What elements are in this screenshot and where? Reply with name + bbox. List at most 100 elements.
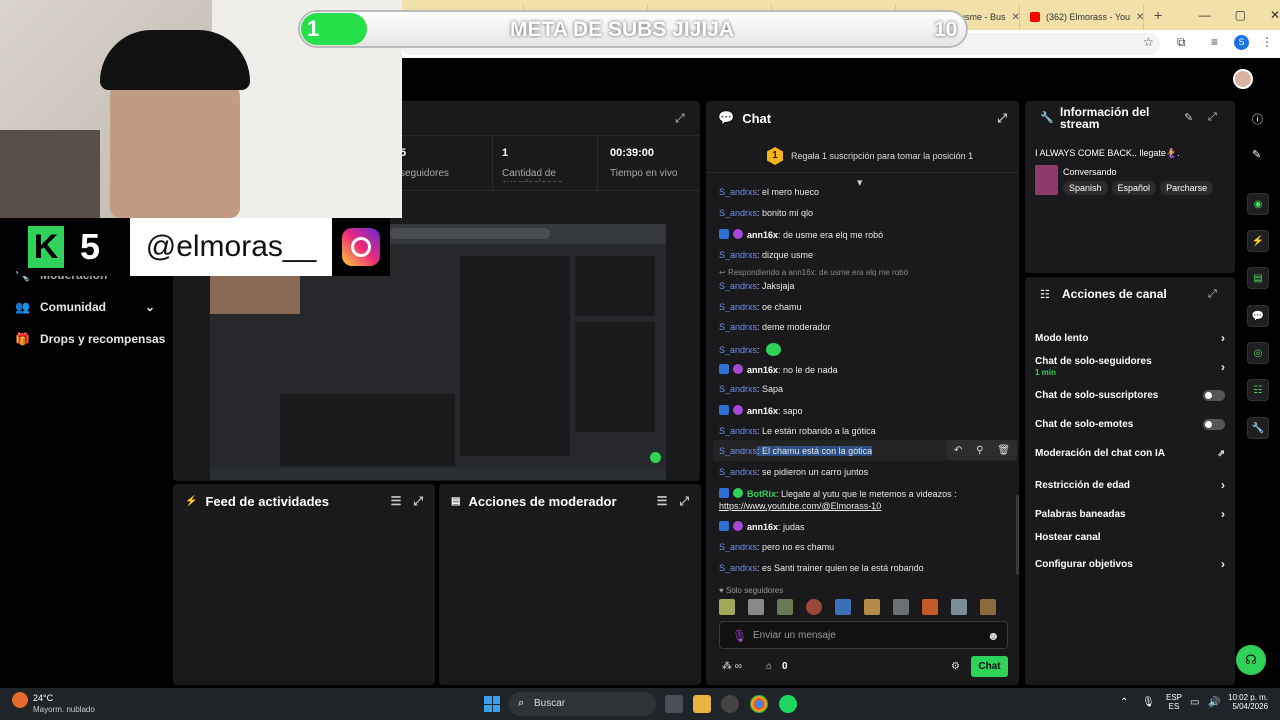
rail-camera-icon[interactable]: ◉	[1247, 193, 1269, 215]
browser-tab[interactable]: (362) Elmorass - You ✕	[1020, 4, 1144, 30]
filter-icon[interactable]: ☰	[657, 494, 668, 509]
chat-message[interactable]: S_andrxs: el mero hueco	[719, 187, 819, 197]
age-restriction-row[interactable]: Restricción de edad ›	[1035, 478, 1225, 492]
close-window-icon[interactable]: ✕	[1270, 8, 1280, 22]
taskbar-search[interactable]: ⌕ Buscar	[508, 692, 656, 716]
chat-message[interactable]: BotRix: Llegate al yutu que le metemos a…	[719, 488, 957, 499]
chat-message[interactable]: S_andrxs: bonito mi qlo	[719, 208, 813, 218]
maximize-icon[interactable]: ▢	[1235, 8, 1246, 22]
chat-input[interactable]: 🎙 Enviar un mensaje ☻	[719, 621, 1008, 649]
chat-username[interactable]: S_andrxs	[719, 467, 757, 477]
chat-message[interactable]: S_andrxs: Sapa	[719, 384, 783, 394]
info-icon[interactable]: ⓘ	[1252, 111, 1263, 127]
chat-message[interactable]: ann16x: de usme era elq me robó	[719, 229, 883, 240]
more-options-icon[interactable]: ⋮	[1261, 35, 1273, 49]
windows-start-icon[interactable]	[484, 696, 500, 712]
support-headset-icon[interactable]: ☊	[1236, 645, 1266, 675]
user-avatar[interactable]	[1233, 69, 1253, 89]
tag-chip[interactable]: Parcharse	[1160, 181, 1214, 195]
new-tab-icon[interactable]: +	[1154, 7, 1162, 23]
chat-message[interactable]: S_andrxs: es Santi trainer quien se la e…	[719, 563, 924, 573]
microphone-icon[interactable]: 🎙	[732, 629, 747, 643]
extensions-icon[interactable]: ⧉	[1177, 35, 1186, 50]
chevron-up-icon[interactable]: ⌃	[1120, 697, 1128, 708]
expand-icon[interactable]: ⤢	[679, 494, 689, 509]
language-indicator[interactable]: ESP ES	[1166, 693, 1182, 711]
followers-only-row[interactable]: Chat de solo-seguidores 1 min ›	[1035, 355, 1225, 379]
emote-icon[interactable]	[893, 599, 909, 615]
rail-document-icon[interactable]: ▤	[1247, 267, 1269, 289]
minimize-icon[interactable]: —	[1199, 8, 1211, 22]
expand-icon[interactable]: ⤢	[997, 111, 1007, 126]
category-name[interactable]: Conversando	[1063, 167, 1117, 177]
chat-username[interactable]: S_andrxs	[719, 563, 757, 573]
expand-icon[interactable]: ⤢	[413, 494, 423, 509]
chat-message[interactable]: S_andrxs: dizque usme	[719, 250, 813, 260]
pin-icon[interactable]: ⚲	[976, 445, 983, 456]
filter-icon[interactable]: ☰	[391, 494, 402, 509]
chat-message[interactable]: ann16x: judas	[719, 521, 805, 532]
menu-list-icon[interactable]: ≡	[1211, 35, 1218, 49]
configure-goals-row[interactable]: Configurar objetivos ›	[1035, 557, 1225, 571]
edit-pencil-icon[interactable]: ✎	[1184, 111, 1193, 124]
close-tab-icon[interactable]: ✕	[1012, 12, 1019, 23]
reply-icon[interactable]: ↶	[954, 445, 962, 456]
chat-message[interactable]: S_andrxs: se pidieron un carro juntos	[719, 467, 868, 477]
chat-username[interactable]: S_andrxs	[719, 281, 757, 291]
send-chat-button[interactable]: Chat	[971, 656, 1008, 677]
chrome-icon[interactable]	[750, 695, 768, 713]
chat-username[interactable]: S_andrxs	[719, 384, 757, 394]
tag-chip[interactable]: Español	[1111, 181, 1157, 195]
emote-icon[interactable]	[748, 599, 764, 615]
emote-icon[interactable]	[951, 599, 967, 615]
chat-username[interactable]: S_andrxs	[719, 322, 757, 332]
chat-message[interactable]: ann16x: no le de nada	[719, 364, 838, 375]
expand-icon[interactable]: ⤢	[1208, 111, 1217, 124]
file-explorer-icon[interactable]	[693, 695, 711, 713]
rail-sliders-icon[interactable]: ☷	[1247, 379, 1269, 401]
rail-broadcast-icon[interactable]: ◎	[1247, 342, 1269, 364]
sidebar-item-drops[interactable]: 🎁 Drops y recompensas	[15, 332, 165, 346]
chat-message[interactable]: S_andrxs: oe chamu	[719, 302, 802, 312]
emoji-icon[interactable]: ☻	[987, 629, 1000, 643]
settings-gear-icon[interactable]: ⚙	[951, 661, 960, 672]
chat-username[interactable]: S_andrxs	[719, 187, 757, 197]
host-channel-row[interactable]: Hostear canal	[1035, 532, 1225, 543]
chat-username[interactable]: ann16x	[747, 230, 778, 240]
pinned-collapse-icon[interactable]: ▾	[857, 176, 863, 189]
tag-chip[interactable]: Spanish	[1063, 181, 1108, 195]
chat-message[interactable]: ann16x: sapo	[719, 405, 803, 416]
delete-icon[interactable]: 🗑	[997, 445, 1010, 456]
emote-icon[interactable]	[980, 599, 996, 615]
ai-moderation-row[interactable]: Moderación del chat con IA ⇗	[1035, 448, 1225, 459]
emote-icon[interactable]	[922, 599, 938, 615]
emotes-only-toggle[interactable]	[1203, 419, 1225, 430]
chat-message-hovered[interactable]: S_andrxs: El chamu está con la gótica	[719, 446, 873, 456]
emote-icon[interactable]	[777, 599, 793, 615]
obs-icon[interactable]	[721, 695, 739, 713]
task-view-icon[interactable]	[665, 695, 683, 713]
emote-icon[interactable]	[864, 599, 880, 615]
weather-temp[interactable]: 24°C	[33, 693, 53, 703]
volume-icon[interactable]: 🔊	[1208, 697, 1220, 708]
expand-icon[interactable]: ⤢	[1208, 288, 1217, 301]
rail-wrench-icon[interactable]: 🔧	[1247, 417, 1269, 439]
chat-username[interactable]: ann16x	[747, 365, 778, 375]
points-icon[interactable]: ⁂ ∞	[722, 661, 742, 672]
expand-icon[interactable]: ⤢	[675, 111, 685, 126]
chat-message[interactable]: S_andrxs: Le están robando a la gótica	[719, 426, 876, 436]
chat-message[interactable]: S_andrxs: deme moderador	[719, 322, 831, 332]
store-icon[interactable]: ⌂	[766, 661, 772, 672]
clock[interactable]: 10:02 p. m. 5/04/2026	[1228, 693, 1268, 711]
emote-icon[interactable]	[719, 599, 735, 615]
slow-mode-row[interactable]: Modo lento ›	[1035, 331, 1225, 345]
spotify-icon[interactable]	[779, 695, 797, 713]
chat-username[interactable]: ann16x	[747, 522, 778, 532]
chat-username[interactable]: S_andrxs	[719, 208, 757, 218]
banned-words-row[interactable]: Palabras baneadas ›	[1035, 507, 1225, 521]
sidebar-item-community[interactable]: 👥 Comunidad ⌄	[15, 300, 155, 314]
chat-username[interactable]: ann16x	[747, 406, 778, 416]
mic-tray-icon[interactable]: 🎙	[1142, 697, 1155, 708]
chat-link[interactable]: https://www.youtube.com/@Elmorass-10	[719, 501, 881, 511]
network-icon[interactable]: ▭	[1190, 697, 1199, 708]
